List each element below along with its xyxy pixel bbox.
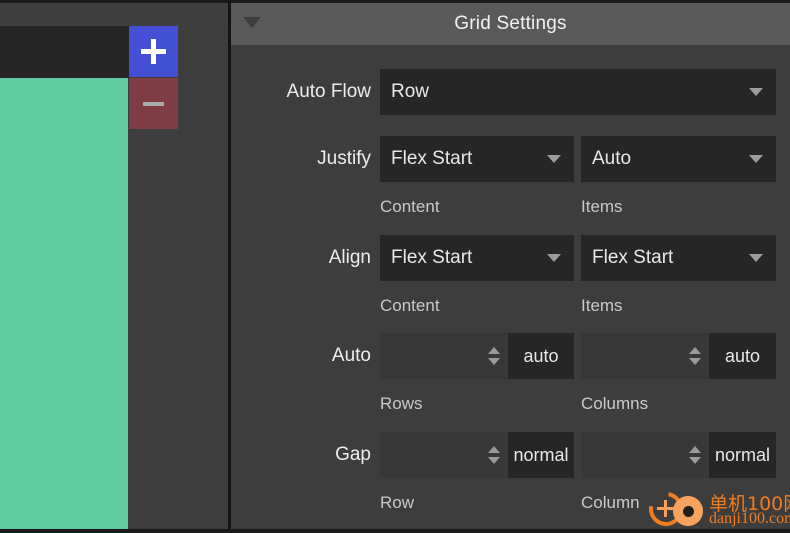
gap-column-unit-button[interactable]: normal [709, 432, 776, 478]
app-window: Grid Settings Auto Flow Row Justify Flex… [0, 0, 790, 533]
gap-column-stepper[interactable] [687, 446, 703, 464]
auto-columns-stepper[interactable] [687, 347, 703, 365]
page-title: Grid Settings [454, 13, 567, 34]
label-auto-flow: Auto Flow [286, 81, 371, 102]
chevron-down-icon [547, 155, 561, 163]
row-auto-flow: Auto Flow Row [231, 69, 790, 115]
gap-row-unit-button[interactable]: normal [508, 432, 574, 478]
align-content-select[interactable]: Flex Start [380, 235, 574, 281]
auto-rows-unit-button[interactable]: auto [508, 333, 574, 379]
auto-flow-value: Row [391, 81, 430, 102]
sublabel-justify-items: Items [581, 197, 623, 216]
label-gap: Gap [335, 444, 371, 465]
panel-header[interactable]: Grid Settings [231, 3, 790, 45]
canvas-preview-region [0, 0, 228, 529]
align-items-value: Flex Start [592, 247, 674, 268]
sublabel-gap-column: Column [581, 493, 640, 512]
caret-down-icon[interactable] [689, 457, 701, 464]
justify-content-select[interactable]: Flex Start [380, 136, 574, 182]
align-content-value: Flex Start [391, 247, 473, 268]
caret-up-icon[interactable] [488, 446, 500, 453]
canvas-toolbar [0, 3, 228, 26]
caret-down-icon[interactable] [689, 358, 701, 365]
chevron-down-icon[interactable] [243, 17, 261, 28]
caret-down-icon[interactable] [488, 457, 500, 464]
label-auto: Auto [331, 345, 371, 366]
canvas-dark-row [0, 26, 129, 78]
auto-rows-stepper[interactable] [486, 347, 502, 365]
label-justify: Justify [317, 148, 371, 169]
caret-down-icon[interactable] [488, 358, 500, 365]
canvas-green-panel[interactable] [0, 78, 128, 529]
gap-row-input[interactable] [380, 432, 508, 478]
auto-rows-field[interactable]: auto [380, 333, 574, 379]
row-justify: Justify Flex Start Auto [231, 136, 790, 182]
caret-up-icon[interactable] [689, 347, 701, 354]
chevron-down-icon [749, 254, 763, 262]
gap-row-field[interactable]: normal [380, 432, 574, 478]
remove-button[interactable] [129, 78, 178, 129]
gap-column-field[interactable]: normal [581, 432, 776, 478]
sublabel-gap-row: Row [380, 493, 415, 512]
caret-up-icon[interactable] [488, 347, 500, 354]
gap-row-stepper[interactable] [486, 446, 502, 464]
plus-icon-vertical [151, 39, 156, 64]
label-align: Align [328, 247, 371, 268]
grid-settings-panel: Grid Settings Auto Flow Row Justify Flex… [231, 0, 790, 529]
add-button[interactable] [129, 26, 178, 77]
auto-rows-input[interactable] [380, 333, 508, 379]
row-gap: Gap normal normal [231, 432, 790, 478]
chevron-down-icon [749, 88, 763, 96]
justify-content-value: Flex Start [391, 148, 473, 169]
row-auto: Auto auto auto [231, 333, 790, 379]
auto-columns-unit-button[interactable]: auto [709, 333, 776, 379]
justify-items-value: Auto [592, 148, 632, 169]
sublabel-justify-content: Content [380, 197, 440, 216]
chevron-down-icon [547, 254, 561, 262]
sublabel-auto-rows: Rows [380, 394, 423, 413]
align-items-select[interactable]: Flex Start [581, 235, 776, 281]
auto-columns-field[interactable]: auto [581, 333, 776, 379]
auto-flow-select[interactable]: Row [380, 69, 776, 115]
gap-column-input[interactable] [581, 432, 709, 478]
minus-icon [143, 101, 164, 106]
justify-items-select[interactable]: Auto [581, 136, 776, 182]
chevron-down-icon [749, 155, 763, 163]
sublabel-align-content: Content [380, 296, 440, 315]
sublabel-auto-columns: Columns [581, 394, 649, 413]
sublabel-align-items: Items [581, 296, 623, 315]
auto-columns-input[interactable] [581, 333, 709, 379]
panel-body: Auto Flow Row Justify Flex Start Auto Co [231, 45, 790, 529]
caret-up-icon[interactable] [689, 446, 701, 453]
row-align: Align Flex Start Flex Start [231, 235, 790, 281]
